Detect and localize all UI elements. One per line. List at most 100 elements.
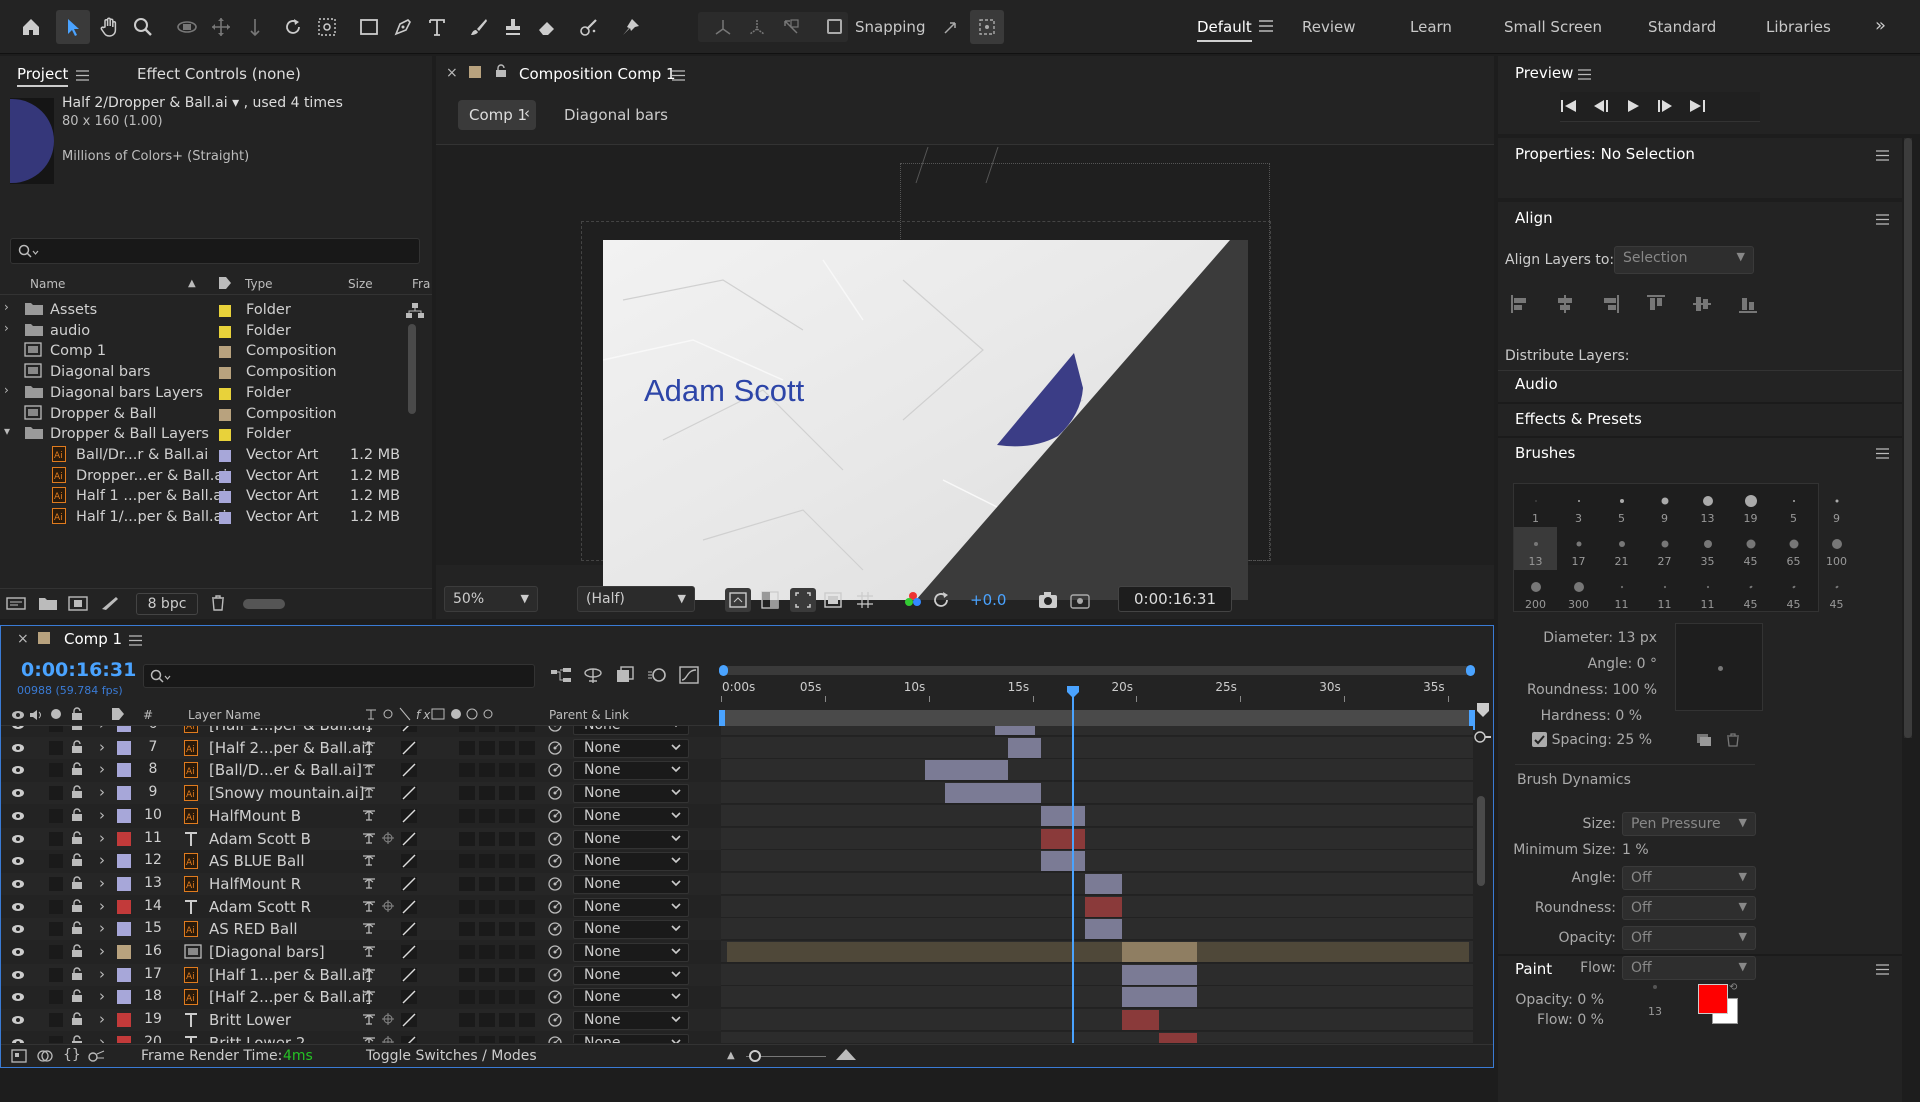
layer-duration-bar[interactable]: [924, 760, 1008, 781]
switch-box-3d[interactable]: [519, 726, 535, 732]
right-scrollbar[interactable]: [1904, 138, 1912, 738]
lock-icon[interactable]: [71, 876, 83, 890]
label-swatch[interactable]: [117, 876, 131, 891]
new-brush-icon[interactable]: [1696, 733, 1712, 747]
puppet-pin-tool-icon[interactable]: [614, 10, 648, 44]
eye-icon[interactable]: [11, 946, 25, 958]
label-swatch[interactable]: [117, 922, 131, 937]
dynamics-dropdown[interactable]: Pen Pressure ▼: [1622, 812, 1756, 836]
switch-box-fx[interactable]: [459, 876, 475, 891]
switch-box-fx[interactable]: [459, 740, 475, 755]
switch-box-adj[interactable]: [499, 990, 515, 1005]
shy-switch-icon[interactable]: [361, 944, 377, 958]
brush-tip[interactable]: 13: [1514, 527, 1557, 570]
brush-diameter[interactable]: Diameter: 13 px: [1498, 630, 1657, 646]
label-swatch[interactable]: [117, 763, 131, 778]
audio-panel-title[interactable]: Audio: [1515, 375, 1558, 393]
brush-tip[interactable]: 35: [1686, 527, 1729, 570]
switch-box-fx[interactable]: [459, 786, 475, 801]
zoom-tool-icon[interactable]: [126, 10, 160, 44]
render-time-toggle-icon[interactable]: [87, 1049, 105, 1063]
switch-box-adj[interactable]: [499, 808, 515, 823]
pick-whip-icon[interactable]: [547, 740, 563, 756]
lock-icon[interactable]: [71, 726, 83, 731]
zoom-out-icon[interactable]: ▲: [727, 1050, 735, 1061]
solo-box[interactable]: [49, 786, 63, 801]
chevron-right-icon[interactable]: ›: [99, 1033, 105, 1043]
project-search-input[interactable]: [10, 238, 420, 264]
brush-angle[interactable]: Angle: 0 °: [1498, 656, 1657, 672]
switch-box-mb[interactable]: [479, 1013, 495, 1028]
timeline-search-input[interactable]: [143, 664, 535, 688]
align-bottom-icon[interactable]: [1738, 294, 1758, 314]
layer-duration-bar[interactable]: [945, 783, 1041, 804]
switch-box-mb[interactable]: [479, 922, 495, 937]
label-swatch[interactable]: [117, 786, 131, 801]
brush-tip[interactable]: 45: [1729, 570, 1772, 613]
shy-switch-icon[interactable]: [361, 853, 377, 867]
parent-dropdown[interactable]: None: [573, 726, 689, 735]
eye-icon[interactable]: [11, 855, 25, 867]
layer-name[interactable]: Britt Lower: [209, 1011, 291, 1029]
chevron-right-icon[interactable]: ›: [99, 806, 105, 824]
shy-switch-icon[interactable]: [361, 785, 377, 799]
parent-dropdown[interactable]: None: [573, 829, 689, 849]
solo-box[interactable]: [49, 763, 63, 778]
interpret-footage-icon[interactable]: [6, 595, 26, 611]
timeline-menu-icon[interactable]: [129, 635, 142, 646]
comp-canvas[interactable]: Adam Scott: [603, 240, 1248, 600]
label-swatch[interactable]: [219, 325, 231, 338]
orbit-camera-icon[interactable]: [170, 10, 204, 44]
solo-box[interactable]: [49, 967, 63, 982]
adobe-media-encoder-icon[interactable]: [100, 595, 120, 611]
brush-tip[interactable]: 45: [1729, 527, 1772, 570]
align-menu-icon[interactable]: [1876, 214, 1889, 225]
switch-box-3d[interactable]: [519, 831, 535, 846]
solo-box[interactable]: [49, 740, 63, 755]
rectangle-tool-icon[interactable]: [352, 10, 386, 44]
solo-box[interactable]: [49, 876, 63, 891]
close-tab-icon[interactable]: ×: [17, 631, 29, 647]
brush-tip[interactable]: 45: [1815, 570, 1858, 613]
view-axis-icon[interactable]: [774, 10, 808, 44]
parent-dropdown[interactable]: None: [573, 1011, 689, 1031]
next-frame-icon[interactable]: [1656, 99, 1674, 113]
chevron-right-icon[interactable]: ›: [99, 851, 105, 869]
parent-dropdown[interactable]: None: [573, 874, 689, 894]
pan-camera-icon[interactable]: [204, 10, 238, 44]
timeline-tab[interactable]: Comp 1: [64, 630, 122, 648]
layer-name[interactable]: [Half 2...per & Ball.ai]: [209, 739, 371, 757]
dynamics-dropdown[interactable]: Off ▼: [1622, 956, 1756, 980]
preview-menu-icon[interactable]: [1578, 69, 1591, 80]
minimum-size-value[interactable]: 1 %: [1622, 842, 1649, 858]
switch-box-mb[interactable]: [479, 945, 495, 959]
brushes-menu-icon[interactable]: [1876, 448, 1889, 459]
previous-frame-icon[interactable]: [1592, 99, 1610, 113]
delete-brush-icon[interactable]: [1726, 733, 1740, 747]
switch-box-mb[interactable]: [479, 740, 495, 755]
switch-box-adj[interactable]: [499, 726, 515, 732]
pick-whip-icon[interactable]: [547, 1035, 563, 1043]
roto-brush-tool-icon[interactable]: [572, 10, 606, 44]
align-horizontal-center-icon[interactable]: [1555, 294, 1575, 314]
switch-box-fx[interactable]: [459, 854, 475, 869]
switch-box-adj[interactable]: [499, 1013, 515, 1028]
switch-box-mb[interactable]: [479, 763, 495, 778]
chevron-right-icon[interactable]: ›: [99, 965, 105, 983]
shy-switch-icon[interactable]: [361, 967, 377, 981]
time-navigator[interactable]: [719, 665, 1475, 676]
resolution-dropdown[interactable]: (Half) ▼: [577, 586, 695, 612]
switch-box-3d[interactable]: [519, 1013, 535, 1028]
switch-box-mb[interactable]: [479, 899, 495, 914]
brush-tip[interactable]: 65: [1772, 527, 1815, 570]
lock-icon[interactable]: [71, 921, 83, 935]
brush-tip[interactable]: 19: [1729, 484, 1772, 527]
brush-spacing[interactable]: Spacing: 25 %: [1498, 732, 1652, 748]
reset-exposure-icon[interactable]: [931, 590, 951, 610]
grid-guides-icon[interactable]: [854, 589, 876, 611]
shy-switch-icon[interactable]: [361, 740, 377, 754]
eye-icon[interactable]: [11, 1014, 25, 1026]
layer-row[interactable]: › 20 Britt Lower 2 None: [1, 1031, 1473, 1043]
switch-box-3d[interactable]: [519, 967, 535, 982]
workspace-menu-icon[interactable]: [1259, 20, 1273, 32]
